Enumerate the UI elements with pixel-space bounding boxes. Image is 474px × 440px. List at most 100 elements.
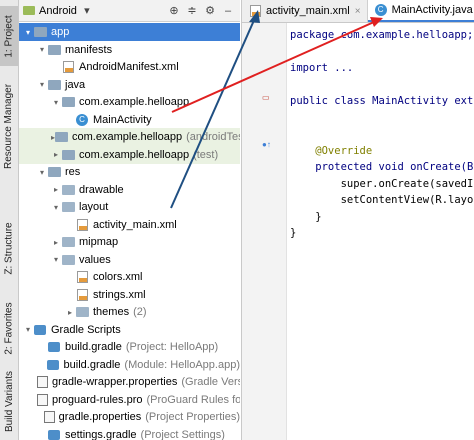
tree-item[interactable]: ▾ Gradle Scripts xyxy=(19,321,240,339)
folder-icon xyxy=(61,254,75,266)
code-line: @Override xyxy=(290,144,373,157)
expand-arrow-icon[interactable]: ▾ xyxy=(37,168,47,177)
editor-tab-label: MainActivity.java xyxy=(391,4,473,16)
code-line: } xyxy=(290,227,297,239)
gradle-icon xyxy=(46,359,59,371)
collapse-arrow-icon[interactable]: ▸ xyxy=(65,308,75,317)
tree-item[interactable]: ▾ app xyxy=(19,23,240,41)
tree-item[interactable]: settings.gradle (Project Settings) xyxy=(19,426,240,440)
tree-item[interactable]: C MainActivity xyxy=(19,111,240,129)
tree-item-label: drawable xyxy=(79,183,124,196)
editor-panel: activity_main.xml × CMainActivity.java× ▭ … xyxy=(241,0,474,440)
expand-arrow-icon[interactable]: ▾ xyxy=(51,98,61,107)
tree-item[interactable]: ▾ res xyxy=(19,163,240,181)
expand-arrow-icon[interactable]: ▾ xyxy=(37,80,47,89)
tree-item-detail: (Project Settings) xyxy=(140,428,225,440)
rail-tab-label: 2: Favorites xyxy=(3,301,15,355)
expand-arrow-icon[interactable]: ▾ xyxy=(51,255,61,264)
panel-toolbar: ⊕ ≑ ⚙ – xyxy=(168,5,240,17)
collapse-arrow-icon[interactable]: ▸ xyxy=(51,150,61,159)
rail-tab-project[interactable]: 1: Project xyxy=(0,6,18,66)
tree-item-label: build.gradle xyxy=(63,358,121,371)
tree-item[interactable]: ▸ themes (2) xyxy=(19,303,240,321)
tree-item-label: AndroidManifest.xml xyxy=(79,61,179,73)
gradle-icon xyxy=(47,429,61,440)
tree-item[interactable]: ▸ mipmap xyxy=(19,233,240,251)
properties-file-icon xyxy=(43,411,55,423)
close-icon[interactable]: × xyxy=(355,6,361,17)
rail-tab-favorites[interactable]: 2: Favorites xyxy=(0,296,18,360)
rail-tab-label: 1: Project xyxy=(3,14,15,58)
folder-icon xyxy=(47,44,61,56)
tree-item-label: values xyxy=(79,253,111,266)
editor-tab[interactable]: CMainActivity.java× xyxy=(367,0,474,22)
folder-icon xyxy=(55,131,69,143)
gear-icon[interactable]: ⚙ xyxy=(204,5,216,17)
tree-item[interactable]: build.gradle (Module: HelloApp.app) xyxy=(19,356,240,374)
tree-item[interactable]: colors.xml xyxy=(19,268,240,286)
collapse-arrow-icon[interactable]: ▸ xyxy=(51,185,61,194)
collapse-all-icon[interactable]: ≑ xyxy=(186,5,198,17)
tree-item[interactable]: gradle-wrapper.properties(Gradle Versio xyxy=(19,373,240,391)
tree-item-detail: (2) xyxy=(133,306,147,318)
tree-item-label: strings.xml xyxy=(93,288,146,301)
tree-item[interactable]: proguard-rules.pro (ProGuard Rules for xyxy=(19,391,240,409)
project-panel-header: Android ▾ ⊕ ≑ ⚙ – xyxy=(19,0,240,22)
tree-item-label: manifests xyxy=(65,43,113,56)
tree-item-label: com.example.helloapp xyxy=(72,131,183,143)
override-gutter-icon[interactable]: ●↑ xyxy=(262,140,271,149)
tree-item[interactable]: activity_main.xml xyxy=(19,216,240,234)
tree-item-label: app xyxy=(51,26,70,38)
tree-item[interactable]: AndroidManifest.xml xyxy=(19,58,240,76)
class-gutter-icon[interactable]: ▭ xyxy=(262,93,270,102)
gradle-icon xyxy=(47,341,61,353)
rail-tab-label: Resource Manager xyxy=(3,83,15,169)
expand-arrow-icon[interactable]: ▾ xyxy=(23,325,33,334)
tree-item[interactable]: ▾ values xyxy=(19,251,240,269)
expand-arrow-icon[interactable]: ▾ xyxy=(37,45,47,54)
rail-tab-structure[interactable]: Z: Structure xyxy=(0,218,18,278)
chevron-down-icon[interactable]: ▾ xyxy=(81,5,93,17)
locate-icon[interactable]: ⊕ xyxy=(168,5,180,17)
tree-item-label: Gradle Scripts xyxy=(51,323,121,336)
editor-tab[interactable]: activity_main.xml × xyxy=(242,0,368,22)
collapse-arrow-icon[interactable]: ▸ xyxy=(51,238,61,247)
tree-item-label: gradle.properties xyxy=(58,411,142,423)
tree-item-label: activity_main.xml xyxy=(93,218,177,231)
folder-icon xyxy=(61,201,75,213)
minimize-icon[interactable]: – xyxy=(222,5,234,17)
tree-item[interactable]: strings.xml xyxy=(19,286,240,304)
project-view-selector[interactable]: Android xyxy=(39,5,77,17)
tree-item[interactable]: ▸ drawable xyxy=(19,181,240,199)
code-line: package com.example.helloapp; xyxy=(290,29,474,41)
code-line: public class MainActivity extend xyxy=(290,95,474,107)
tree-item[interactable]: build.gradle (Project: HelloApp) xyxy=(19,338,240,356)
tree-item[interactable]: ▸ com.example.helloapp (test) xyxy=(19,145,240,164)
tree-item[interactable]: ▾ layout xyxy=(19,198,240,216)
tool-window-rail: 1: Project Resource Manager Z: Structure… xyxy=(0,0,19,440)
tree-item-detail: (test) xyxy=(193,148,219,161)
tree-item[interactable]: ▾ manifests xyxy=(19,41,240,59)
xml-file-icon xyxy=(75,288,89,301)
folder-icon xyxy=(75,306,89,318)
xml-file-icon xyxy=(61,61,75,73)
tree-item[interactable]: ▸com.example.helloapp(androidTest) xyxy=(19,128,240,146)
folder-icon xyxy=(61,236,75,248)
tree-item-detail: (Project: HelloApp) xyxy=(125,341,219,353)
tree-item[interactable]: ▾ java xyxy=(19,76,240,94)
expand-arrow-icon[interactable]: ▾ xyxy=(51,203,61,212)
android-icon xyxy=(23,6,35,15)
code-line: protected void onCreate(Bundl xyxy=(315,161,474,173)
tree-item-detail: (Project Properties) xyxy=(145,411,240,423)
rail-tab-build-variants[interactable]: Build Variants xyxy=(0,368,18,434)
expand-arrow-icon[interactable]: ▾ xyxy=(23,28,33,37)
rail-tab-resource-manager[interactable]: Resource Manager xyxy=(0,74,18,178)
tree-item[interactable]: gradle.properties (Project Properties) xyxy=(19,408,240,426)
code-line: } xyxy=(290,210,322,223)
tree-item[interactable]: ▾ com.example.helloapp xyxy=(19,93,240,111)
folder-icon xyxy=(61,149,75,161)
project-panel: Android ▾ ⊕ ≑ ⚙ – ▾ app ▾ manifests AndroidM… xyxy=(19,0,240,440)
tree-item-label: MainActivity xyxy=(93,113,152,126)
code-line: super.onCreate(savedInst xyxy=(290,177,474,190)
class-icon: C xyxy=(75,113,89,126)
